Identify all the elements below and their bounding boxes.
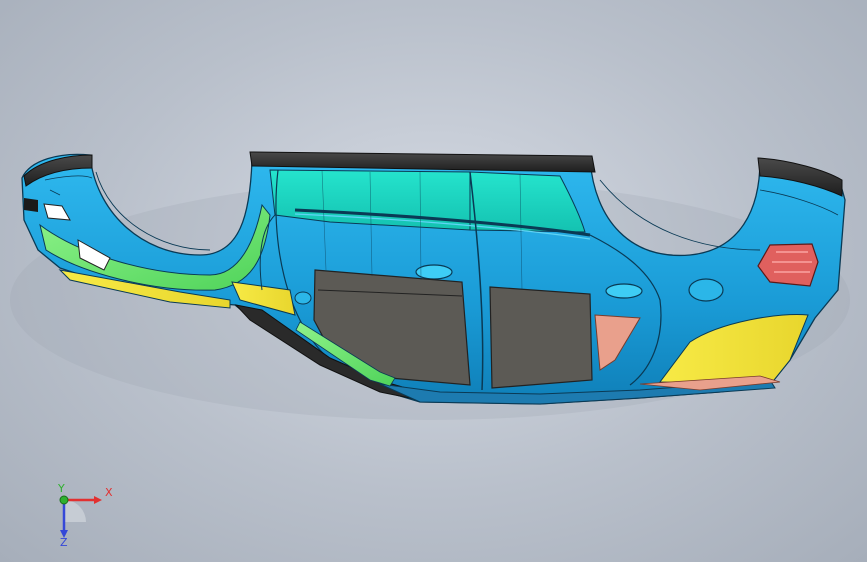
rear-door-handle xyxy=(605,283,643,299)
car-body-cad-model-icon[interactable] xyxy=(0,0,867,562)
axis-x-label: X xyxy=(105,486,113,499)
graphics-viewport[interactable]: X Y Z xyxy=(0,0,867,562)
axis-z-label: Z xyxy=(60,536,68,548)
axis-triad-icon: X Y Z xyxy=(57,482,113,548)
front-door-handle xyxy=(415,264,453,280)
fuel-cap xyxy=(688,278,724,302)
rear-door-inner-panel xyxy=(489,286,593,389)
axis-y-label: Y xyxy=(57,482,65,495)
